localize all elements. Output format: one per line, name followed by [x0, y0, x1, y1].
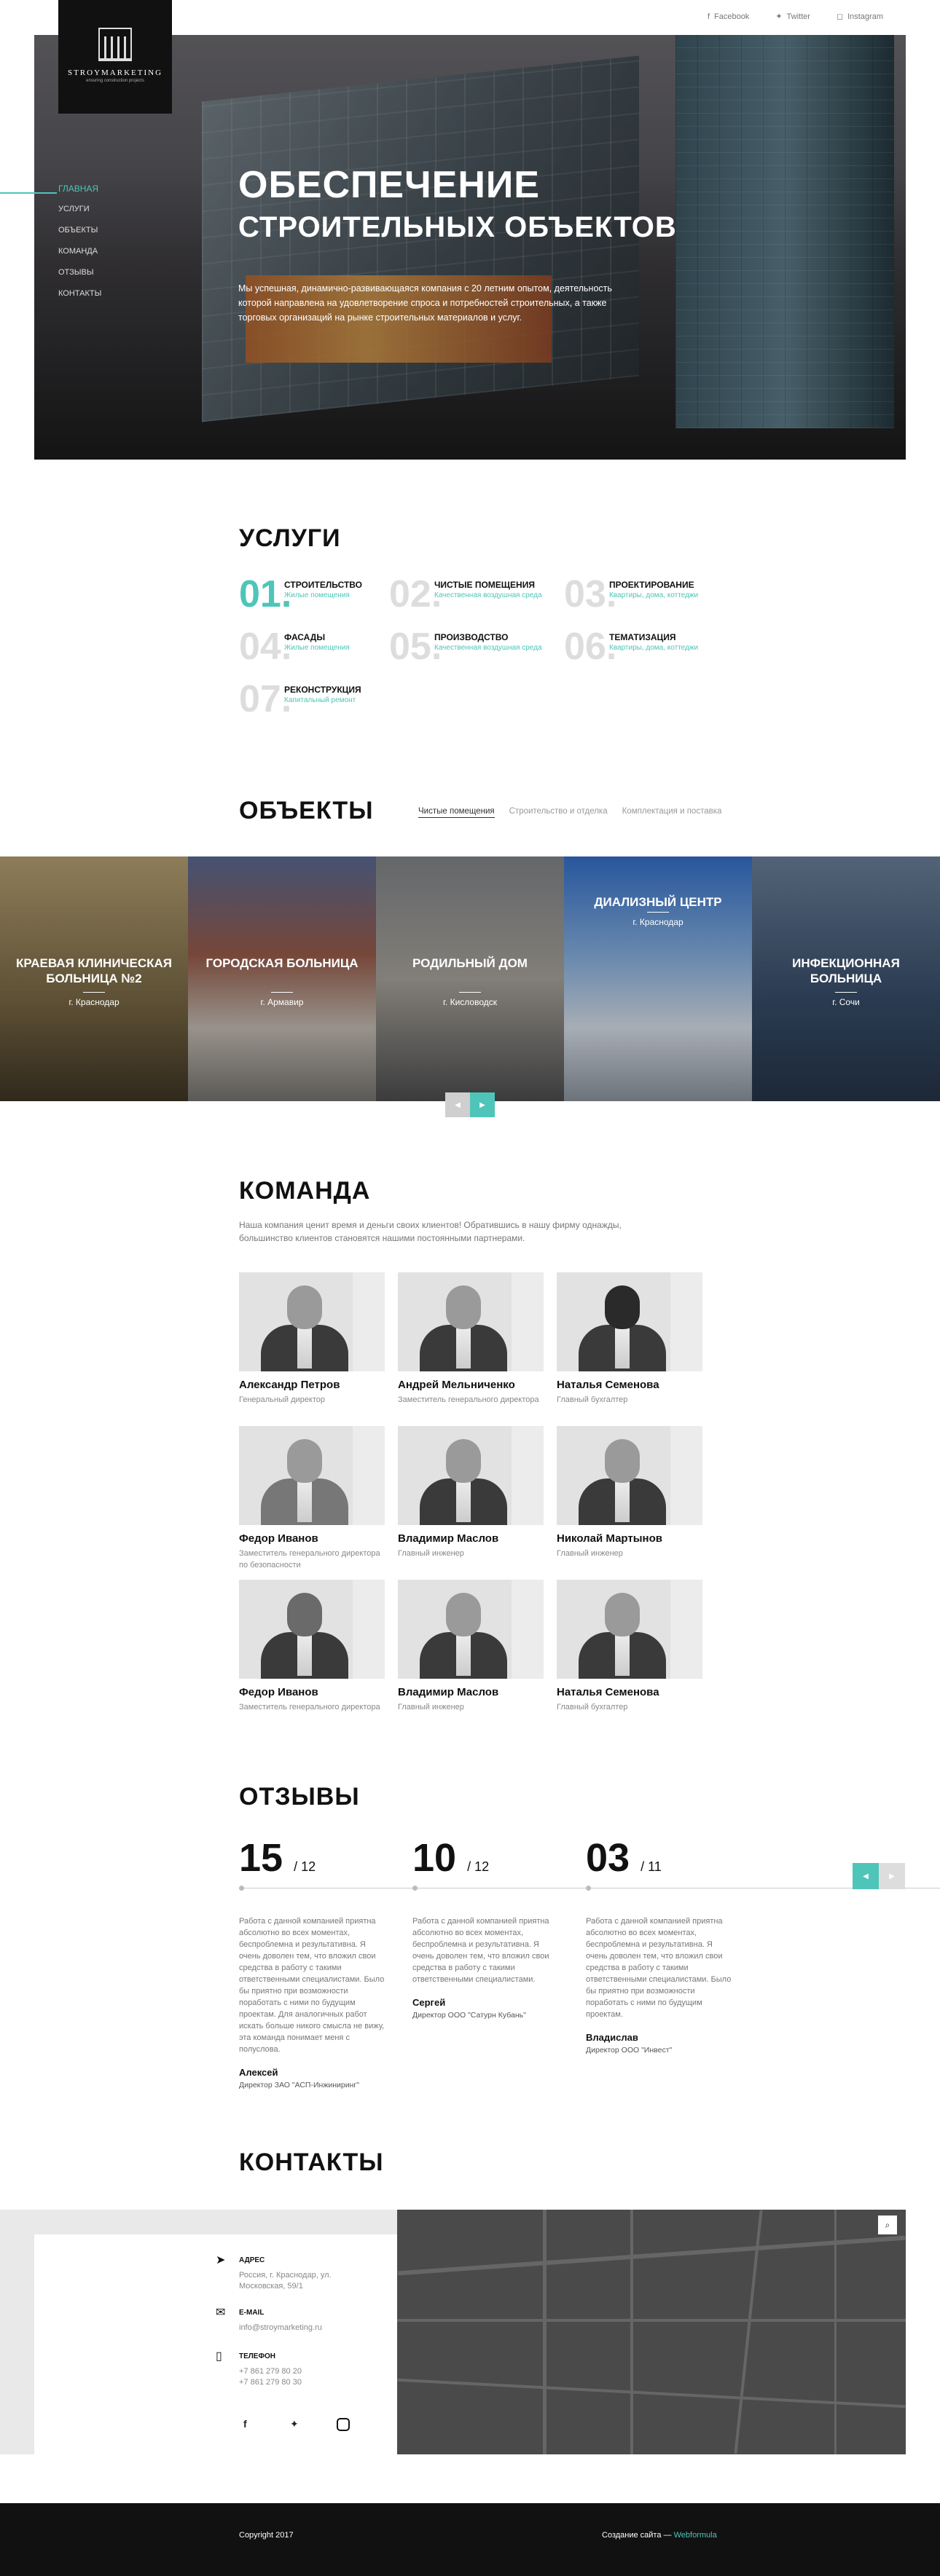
logo-brand: STROYMARKETING: [67, 68, 163, 77]
reviews-next-icon[interactable]: ▶: [879, 1863, 905, 1889]
avatar: [398, 1580, 544, 1679]
logo[interactable]: STROYMARKETING ensuring construction pro…: [58, 0, 172, 114]
service-item[interactable]: 03. ПРОЕКТИРОВАНИЕ Квартиры, дома, коттедж…: [564, 575, 724, 619]
contact-email: ✉ E-mail info@stroymarketing.ru: [216, 2307, 322, 2333]
next-arrow-icon[interactable]: ▶: [470, 1092, 495, 1117]
hero-title: ОБЕСПЕЧЕНИЕ СТРОИТЕЛЬНЫХ ОБЪЕКТОВ: [238, 164, 677, 243]
instagram-icon[interactable]: [337, 2418, 350, 2431]
logo-tagline: ensuring construction projects: [86, 79, 144, 83]
nav-item-objects[interactable]: Объекты: [58, 226, 101, 247]
service-item[interactable]: 01. СТРОИТЕЛЬСТВО Жилые помещения: [239, 575, 399, 619]
email-link[interactable]: info@stroymarketing.ru: [239, 2323, 322, 2333]
avatar: [239, 1580, 385, 1679]
hero-text: Мы успешная, динамично-развивающаяся ком…: [238, 283, 612, 323]
team-member[interactable]: Федор Иванов Заместитель генерального дир…: [239, 1426, 385, 1571]
avatar: [557, 1272, 702, 1371]
object-tabs: Чистые помещения Строительство и отделка…: [418, 807, 721, 818]
service-item[interactable]: 02. ЧИСТЫЕ ПОМЕЩЕНИЯ Качественная воздушна…: [389, 575, 549, 619]
contact-address: ➤ Адрес Россия, г. Краснодар, ул. Московск…: [216, 2254, 332, 2291]
made-by: Создание сайта — Webformula: [602, 2531, 717, 2540]
map[interactable]: ⌕: [397, 2210, 906, 2454]
objects-gallery: КРАЕВАЯ КЛИНИЧЕСКАЯ БОЛЬНИЦА №2 г. Красно…: [0, 856, 940, 1101]
contacts-title: КОНТАКТЫ: [239, 2148, 385, 2176]
team-member[interactable]: Владимир Маслов Главный инженер: [398, 1580, 544, 1713]
twitter-icon: ✦: [775, 12, 783, 21]
reviews-prev-icon[interactable]: ◀: [853, 1863, 879, 1889]
facebook-icon: f: [707, 12, 710, 21]
avatar: [557, 1426, 702, 1525]
avatar: [239, 1272, 385, 1371]
team-member[interactable]: Александр Петров Генеральный директор: [239, 1272, 385, 1406]
review-date: 03 / 11: [586, 1836, 662, 1880]
map-zoom-icon[interactable]: ⌕: [878, 2215, 897, 2234]
avatar: [398, 1426, 544, 1525]
active-indicator: [0, 192, 57, 194]
object-card[interactable]: ИНФЕКЦИОННАЯ БОЛЬНИЦА г. Сочи: [752, 856, 940, 1101]
review-card: 15 / 12 Работа с данной компанией приятна…: [239, 1836, 385, 2089]
nav-item-contacts[interactable]: Контакты: [58, 289, 101, 310]
tab-supply[interactable]: Комплектация и поставка: [622, 807, 722, 818]
nav-item-services[interactable]: Услуги: [58, 205, 101, 226]
object-card[interactable]: ДИАЛИЗНЫЙ ЦЕНТР г. Краснодар: [564, 856, 752, 1101]
contact-phone: ▯ Телефон +7 861 279 80 20 +7 861 279 80 30: [216, 2350, 302, 2387]
tab-clean-rooms[interactable]: Чистые помещения: [418, 807, 495, 818]
team-member[interactable]: Федор Иванов Заместитель генерального дир…: [239, 1580, 385, 1713]
mail-icon: ✉: [216, 2307, 226, 2319]
review-card: 03 / 11 Работа с данной компанией приятна…: [586, 1836, 732, 2055]
objects-title: ОБЪЕКТЫ: [239, 797, 374, 824]
phone-icon: ▯: [216, 2350, 222, 2363]
service-item[interactable]: 05. ПРОИЗВОДСТВО Качественная воздушная ср…: [389, 628, 549, 671]
team-member[interactable]: Андрей Мельниченко Заместитель генерально…: [398, 1272, 544, 1406]
facebook-icon[interactable]: f: [243, 2418, 247, 2430]
service-item[interactable]: 07. РЕКОНСТРУКЦИЯ Капитальный ремонт: [239, 680, 399, 724]
services-title: УСЛУГИ: [229, 524, 341, 553]
review-date: 10 / 12: [412, 1836, 490, 1880]
tab-construction[interactable]: Строительство и отделка: [509, 807, 608, 818]
side-navigation: Главная Услуги Объекты Команда Отзывы Ко…: [0, 184, 101, 310]
location-arrow-icon: ➤: [216, 2254, 226, 2266]
nav-item-team[interactable]: Команда: [58, 247, 101, 268]
service-item[interactable]: 04. ФАСАДЫ Жилые помещения: [239, 628, 399, 671]
developer-link[interactable]: Webformula: [674, 2531, 717, 2540]
avatar: [239, 1426, 385, 1525]
reviews-title: ОТЗЫВЫ: [239, 1783, 360, 1811]
nav-item-reviews[interactable]: Отзывы: [58, 268, 101, 289]
avatar: [398, 1272, 544, 1371]
instagram-link[interactable]: ◻ Instagram: [836, 12, 883, 22]
twitter-icon[interactable]: ✦: [290, 2418, 299, 2430]
social-top: f Facebook ✦ Twitter ◻ Instagram: [708, 12, 883, 22]
nav-item-main[interactable]: Главная: [58, 184, 101, 205]
team-member[interactable]: Наталья Семенова Главный бухгалтер: [557, 1580, 702, 1713]
gallery-arrows: ◀ ▶: [445, 1092, 495, 1117]
object-card[interactable]: КРАЕВАЯ КЛИНИЧЕСКАЯ БОЛЬНИЦА №2 г. Красно…: [0, 856, 188, 1101]
copyright: Copyright 2017: [239, 2531, 294, 2540]
logo-columns-icon: [98, 28, 132, 61]
team-lead-text: Наша компания ценит время и деньги своих…: [239, 1220, 622, 1243]
object-card[interactable]: РОДИЛЬНЫЙ ДОМ г. Кисловодск: [376, 856, 564, 1101]
footer: Copyright 2017 Создание сайта — Webformu…: [0, 2503, 940, 2576]
avatar: [557, 1580, 702, 1679]
instagram-icon: ◻: [836, 12, 844, 21]
facebook-link[interactable]: f Facebook: [708, 12, 749, 21]
twitter-link[interactable]: ✦ Twitter: [775, 12, 810, 22]
team-member[interactable]: Николай Мартынов Главный инженер: [557, 1426, 702, 1559]
team-title: КОМАНДА: [239, 1177, 371, 1205]
service-item[interactable]: 06. ТЕМАТИЗАЦИЯ Квартиры, дома, коттеджи: [564, 628, 724, 671]
team-member[interactable]: Наталья Семенова Главный бухгалтер: [557, 1272, 702, 1406]
review-card: 10 / 12 Работа с данной компанией приятна…: [412, 1838, 558, 2020]
review-date: 15 / 12: [239, 1836, 316, 1880]
object-card[interactable]: ГОРОДСКАЯ БОЛЬНИЦА г. Армавир: [188, 856, 376, 1101]
prev-arrow-icon[interactable]: ◀: [445, 1092, 470, 1117]
team-member[interactable]: Владимир Маслов Главный инженер: [398, 1426, 544, 1559]
